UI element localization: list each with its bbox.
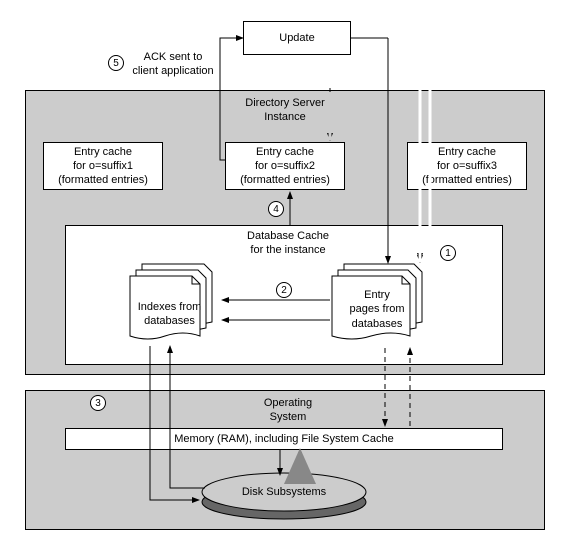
- dbcache-l2: for the instance: [250, 244, 325, 256]
- ep-l3: databases: [352, 318, 403, 330]
- disk-text: Disk Subsystems: [242, 486, 326, 498]
- step-3-num: 3: [95, 398, 101, 409]
- ep-l2: pages from: [349, 303, 404, 315]
- idx-l1: Indexes from: [138, 301, 202, 313]
- dsi-title: Directory Server Instance: [230, 96, 340, 125]
- ep-l1: Entry: [364, 289, 390, 301]
- db-cache-title: Database Cache for the instance: [238, 229, 338, 258]
- step-4-num: 4: [273, 204, 279, 215]
- entry-cache-3: Entry cache for o=suffix3 (formatted ent…: [407, 142, 527, 190]
- ec2-l3: (formatted entries): [240, 173, 330, 187]
- step-1: 1: [440, 245, 456, 261]
- step-3: 3: [90, 395, 106, 411]
- step-5: 5: [108, 55, 124, 71]
- ec2-l1: Entry cache: [256, 145, 314, 159]
- os-title: Operating System: [253, 396, 323, 425]
- entry-cache-1: Entry cache for o=suffix1 (formatted ent…: [43, 142, 163, 190]
- ec3-l3: (formatted entries): [422, 173, 512, 187]
- update-label: Update: [279, 31, 314, 45]
- ram-box: Memory (RAM), including File System Cach…: [65, 428, 503, 450]
- step-4: 4: [268, 201, 284, 217]
- idx-l2: databases: [144, 315, 195, 327]
- entry-cache-2: Entry cache for o=suffix2 (formatted ent…: [225, 142, 345, 190]
- dbcache-l1: Database Cache: [247, 230, 329, 242]
- step-5-num: 5: [113, 58, 119, 69]
- ec3-l2: for o=suffix3: [437, 159, 497, 173]
- ec1-l1: Entry cache: [74, 145, 132, 159]
- disk-label: Disk Subsystems: [199, 485, 369, 499]
- os-l1: Operating: [264, 397, 312, 409]
- update-box: Update: [243, 21, 351, 55]
- ec3-l1: Entry cache: [438, 145, 496, 159]
- step-2-num: 2: [281, 285, 287, 296]
- ram-label: Memory (RAM), including File System Cach…: [174, 432, 393, 446]
- ack-text: ACK sent to client application: [128, 50, 218, 79]
- dsi-title-l1: Directory Server: [245, 97, 324, 109]
- ec1-l2: for o=suffix1: [73, 159, 133, 173]
- ec1-l3: (formatted entries): [58, 173, 148, 187]
- entrypages-label: Entry pages from databases: [342, 288, 412, 331]
- step-1-num: 1: [445, 248, 451, 259]
- indexes-label: Indexes from databases: [132, 300, 207, 329]
- step-2: 2: [276, 282, 292, 298]
- os-l2: System: [270, 411, 307, 423]
- ec2-l2: for o=suffix2: [255, 159, 315, 173]
- dsi-title-l2: Instance: [264, 111, 306, 123]
- ack-line1: ACK sent to: [144, 51, 203, 63]
- ack-line2: client application: [132, 65, 213, 77]
